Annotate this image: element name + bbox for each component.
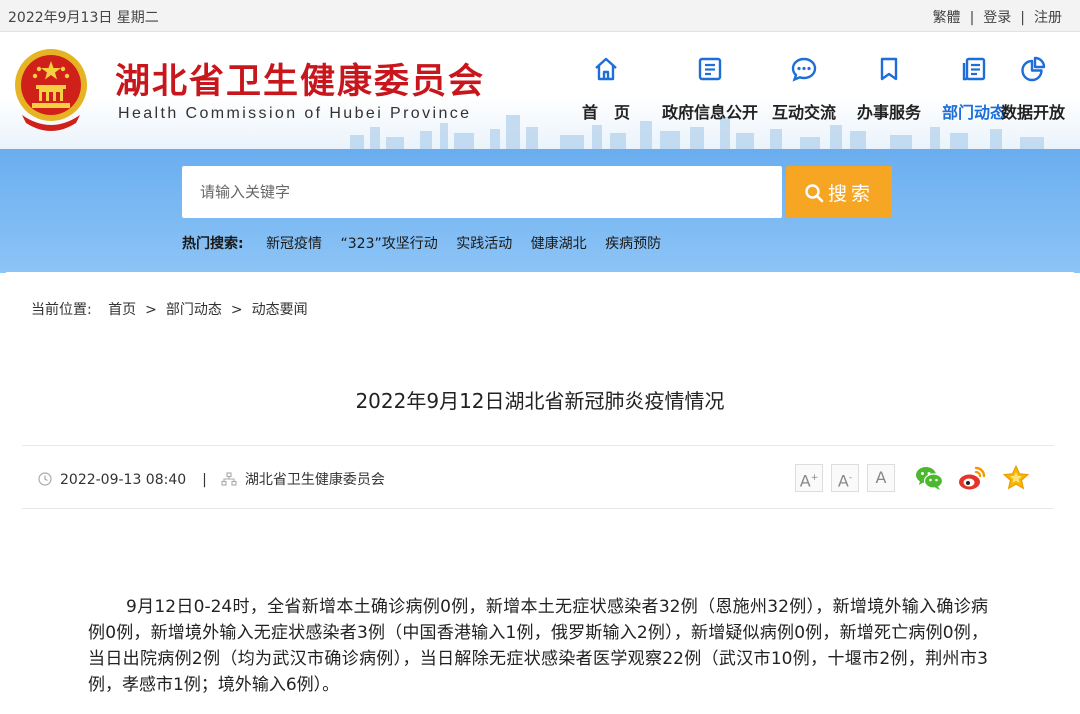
weibo-icon[interactable] bbox=[957, 463, 987, 493]
home-icon bbox=[595, 57, 617, 81]
hot-keyword[interactable]: “323”攻坚行动 bbox=[341, 236, 438, 252]
nav-label: 政府信息公开 bbox=[661, 103, 758, 122]
search-button[interactable]: 搜索 bbox=[786, 166, 892, 218]
current-date: 2022年9月13日 星期二 bbox=[8, 10, 159, 26]
hot-keyword[interactable]: 实践活动 bbox=[456, 236, 512, 252]
hot-keyword[interactable]: 健康湖北 bbox=[531, 236, 587, 252]
breadcrumb: 当前位置: 首页 > 部门动态 > 动态要闻 bbox=[31, 299, 308, 319]
breadcrumb-label: 当前位置: bbox=[31, 302, 92, 318]
login-link[interactable]: 登录 bbox=[983, 10, 1011, 26]
breadcrumb-department-news[interactable]: 部门动态 bbox=[166, 302, 222, 318]
nav-home[interactable]: 首 页 bbox=[558, 55, 654, 123]
article-body: 9月12日0-24时，全省新增本土确诊病例0例，新增本土无症状感染者32例（恩施… bbox=[88, 597, 988, 695]
article-title: 2022年9月12日湖北省新冠肺炎疫情情况 bbox=[355, 389, 725, 413]
nav-label: 首 页 bbox=[581, 103, 630, 122]
article-source: 湖北省卫生健康委员会 bbox=[244, 472, 385, 488]
nav-services[interactable]: 办事服务 bbox=[841, 55, 937, 123]
nav-open-data[interactable]: 数据开放 bbox=[992, 55, 1074, 123]
search-icon bbox=[805, 183, 824, 202]
register-link[interactable]: 注册 bbox=[1034, 10, 1062, 26]
article-container: 当前位置: 首页 > 部门动态 > 动态要闻 2022年9月12日湖北省新冠肺炎疫情情况… bbox=[6, 272, 1074, 714]
pie-chart-icon bbox=[1021, 56, 1046, 82]
nav-label: 办事服务 bbox=[856, 103, 921, 122]
site-header: 湖北省卫生健康委员会 Health Commission of Hubei Pr… bbox=[0, 33, 1080, 149]
news-icon bbox=[962, 57, 986, 81]
publish-datetime: 2022-09-13 08:40 bbox=[60, 472, 187, 488]
org-structure-icon bbox=[221, 472, 237, 486]
font-default-button[interactable]: A- bbox=[831, 464, 859, 492]
chat-icon bbox=[791, 57, 817, 82]
breadcrumb-separator: > bbox=[230, 302, 243, 318]
clock-icon bbox=[38, 472, 52, 486]
separator: | bbox=[1020, 10, 1025, 26]
font-increase-button[interactable]: A+ bbox=[795, 464, 823, 492]
hot-search-label: 热门搜索: bbox=[182, 236, 244, 252]
breadcrumb-current[interactable]: 动态要闻 bbox=[252, 302, 308, 318]
top-bar: 2022年9月13日 星期二 繁體 | 登录 | 注册 bbox=[0, 0, 1080, 32]
hot-searches: 热门搜索: 新冠疫情 “323”攻坚行动 实践活动 健康湖北 疾病预防 bbox=[182, 233, 675, 253]
national-emblem bbox=[15, 49, 87, 131]
divider bbox=[22, 508, 1054, 509]
meta-separator: | bbox=[202, 472, 207, 488]
hot-keyword[interactable]: 新冠疫情 bbox=[266, 236, 322, 252]
favorite-star-icon[interactable] bbox=[1001, 463, 1031, 493]
search-input[interactable] bbox=[182, 166, 782, 218]
nav-interaction[interactable]: 互动交流 bbox=[756, 55, 852, 123]
search-section: 搜索 热门搜索: 新冠疫情 “323”攻坚行动 实践活动 健康湖北 疾病预防 bbox=[0, 149, 1080, 273]
nav-government-info[interactable]: 政府信息公开 bbox=[656, 55, 764, 123]
nav-label: 数据开放 bbox=[1000, 103, 1065, 122]
document-icon bbox=[698, 57, 722, 81]
top-links: 繁體 | 登录 | 注册 bbox=[933, 7, 1062, 27]
divider bbox=[22, 445, 1054, 446]
search-button-label: 搜索 bbox=[827, 182, 874, 205]
wechat-icon[interactable] bbox=[914, 463, 944, 493]
site-subtitle: Health Commission of Hubei Province bbox=[118, 105, 472, 122]
breadcrumb-separator: > bbox=[145, 302, 157, 318]
breadcrumb-home[interactable]: 首页 bbox=[108, 302, 136, 318]
article-meta: 2022-09-13 08:40 | 湖北省卫生健康委员会 bbox=[38, 469, 385, 489]
font-reset-button[interactable]: A bbox=[867, 464, 895, 492]
nav-label: 互动交流 bbox=[771, 103, 836, 122]
hot-keyword[interactable]: 疾病预防 bbox=[605, 236, 661, 252]
separator: | bbox=[969, 10, 975, 26]
bookmark-icon bbox=[880, 57, 898, 81]
site-title: 湖北省卫生健康委员会 bbox=[115, 62, 486, 102]
traditional-chinese-link[interactable]: 繁體 bbox=[933, 10, 961, 26]
